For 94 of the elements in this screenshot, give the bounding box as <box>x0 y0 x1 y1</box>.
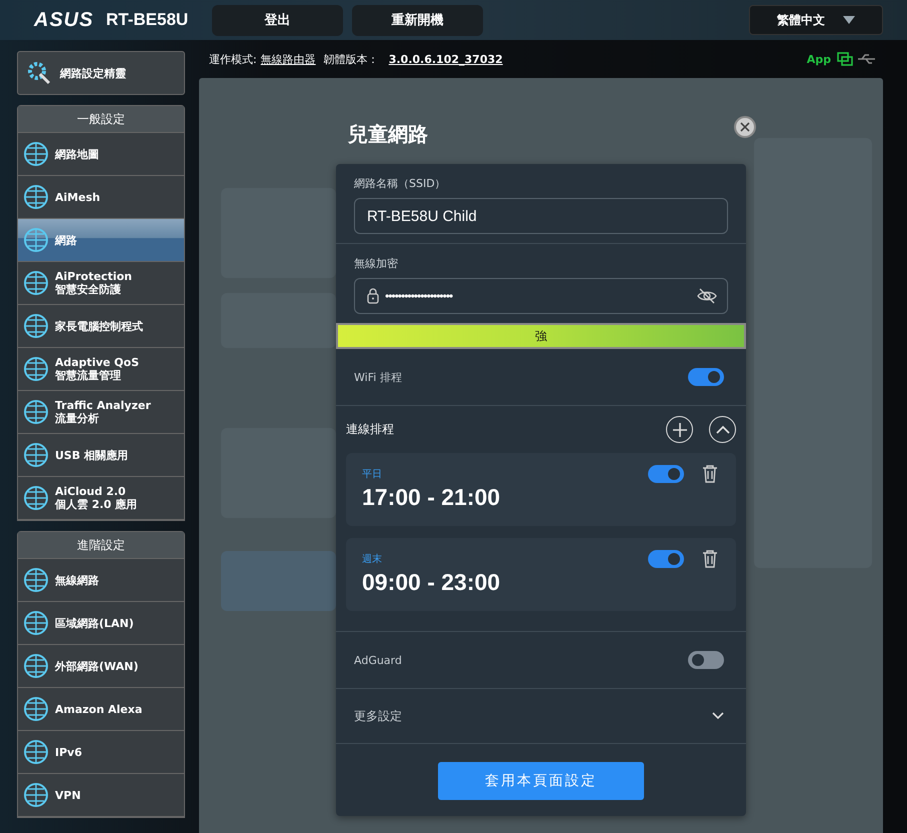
globe-icon <box>23 782 49 808</box>
sidebar-item[interactable]: Adaptive QoS 智慧流量管理 <box>18 348 184 391</box>
schedule-time: 17:00 - 21:00 <box>362 484 502 511</box>
item-label: 網路 <box>55 234 77 246</box>
sidebar-item[interactable]: Traffic Analyzer 流量分析 <box>18 391 184 434</box>
firmware-link[interactable]: 3.0.0.6.102_37032 <box>388 52 503 66</box>
sidebar-item[interactable]: 區域網路(LAN) <box>18 602 184 645</box>
item-label: 無線網路 <box>55 574 99 586</box>
item-label: AiMesh <box>55 190 100 204</box>
header-button[interactable]: 重新開機 <box>352 4 483 36</box>
item-label: Amazon Alexa <box>55 702 142 716</box>
ssid-field[interactable]: RT-BE58U Child <box>354 198 728 234</box>
globe-icon <box>23 567 49 593</box>
caret-icon <box>843 16 855 24</box>
globe-icon <box>23 270 49 296</box>
more-settings-row[interactable]: 更多設定 <box>336 688 746 743</box>
item-label: 網路地圖 <box>55 148 99 160</box>
toggle-switch[interactable] <box>688 651 724 669</box>
toggle-switch[interactable] <box>648 465 684 483</box>
trash-icon[interactable] <box>702 465 718 483</box>
close-icon <box>740 122 750 132</box>
schedule-time: 09:00 - 23:00 <box>362 569 502 596</box>
chevron-icon <box>712 712 724 720</box>
header-button[interactable]: 登出 <box>212 4 343 36</box>
globe-icon <box>23 227 49 253</box>
field-label: 網路名稱（SSID） <box>354 176 447 191</box>
item-sublabel: 個人雲 2.0 應用 <box>55 498 138 511</box>
devices-icon <box>837 52 853 66</box>
item-label: 區域網路(LAN) <box>55 616 134 630</box>
item-label: AiProtection <box>55 270 132 283</box>
item-label: 外部網路(WAN) <box>55 660 138 672</box>
item-label: IPv6 <box>55 746 82 758</box>
item-label: Adaptive QoS <box>55 356 140 369</box>
sidebar-item[interactable]: 網路 <box>18 219 184 262</box>
sidebar-item[interactable]: AiCloud 2.0 個人雲 2.0 應用 <box>18 477 184 520</box>
setting-label: 更多設定 <box>354 708 402 724</box>
plus-icon <box>672 422 686 436</box>
mode-link[interactable]: 無線路由器 <box>260 52 316 66</box>
firmware-label: 韌體版本： <box>324 52 379 66</box>
globe-icon <box>23 696 49 722</box>
collapse-button[interactable] <box>709 416 736 443</box>
sidebar-item[interactable]: VPN <box>18 774 184 817</box>
logo: ASUS <box>34 8 95 32</box>
globe-icon <box>23 184 49 210</box>
group-title: 一般設定 <box>18 106 184 133</box>
globe-icon <box>23 653 49 679</box>
usb-icon <box>857 54 877 64</box>
group-title: 進階設定 <box>18 532 184 559</box>
sidebar-item[interactable]: Amazon Alexa <box>18 688 184 731</box>
close-button[interactable] <box>734 116 756 138</box>
section-title: 連線排程 <box>346 421 394 438</box>
sidebar-item[interactable]: 網路地圖 <box>18 133 184 176</box>
app-label[interactable]: App <box>806 52 831 66</box>
setting-label: AdGuard <box>354 654 402 666</box>
item-sublabel: 智慧安全防護 <box>55 283 122 296</box>
strength-label: 強 <box>535 328 547 344</box>
globe-icon <box>23 610 49 636</box>
item-label: VPN <box>55 788 81 802</box>
lock-icon <box>367 288 379 304</box>
item-label: USB 相關應用 <box>55 448 128 462</box>
globe-icon <box>23 356 49 382</box>
schedule-days: 平日 <box>362 467 630 481</box>
sidebar-item[interactable]: AiProtection 智慧安全防護 <box>18 262 184 305</box>
schedule-days: 週末 <box>362 552 630 566</box>
setup-wizard-button[interactable]: 網路設定精靈 <box>17 51 185 95</box>
sidebar-item[interactable]: 無線網路 <box>18 559 184 602</box>
sidebar-item[interactable]: 家長電腦控制程式 <box>18 305 184 348</box>
dialog-title: 兒童網路 <box>348 120 429 148</box>
language-select[interactable]: 繁體中文 <box>749 5 883 35</box>
item-label: Traffic Analyzer <box>55 399 151 412</box>
sidebar-item[interactable]: 外部網路(WAN) <box>18 645 184 688</box>
globe-icon <box>23 399 49 425</box>
trash-icon[interactable] <box>702 550 718 568</box>
add-button[interactable] <box>666 416 693 443</box>
mode-label: 運作模式: <box>209 52 257 66</box>
setting-label: WiFi 排程 <box>354 370 402 384</box>
toggle-switch[interactable] <box>688 368 724 386</box>
globe-icon <box>23 485 49 511</box>
toggle-switch[interactable] <box>648 550 684 568</box>
globe-icon <box>23 141 49 167</box>
chevron-icon <box>716 424 730 434</box>
globe-icon <box>23 442 49 468</box>
item-sublabel: 智慧流量管理 <box>55 369 122 382</box>
sidebar-item[interactable]: IPv6 <box>18 731 184 774</box>
globe-icon <box>23 313 49 339</box>
password-field[interactable]: ••••••••••••••••••••• <box>354 278 728 314</box>
item-label: AiCloud 2.0 <box>55 485 127 498</box>
eye-off-icon[interactable] <box>697 288 717 304</box>
item-label: 家長電腦控制程式 <box>55 320 143 332</box>
sidebar-item[interactable]: USB 相關應用 <box>18 434 184 477</box>
model-name: RT-BE58U <box>106 10 190 30</box>
globe-icon <box>23 739 49 765</box>
field-label: 無線加密 <box>354 256 399 271</box>
item-sublabel: 流量分析 <box>55 412 100 425</box>
